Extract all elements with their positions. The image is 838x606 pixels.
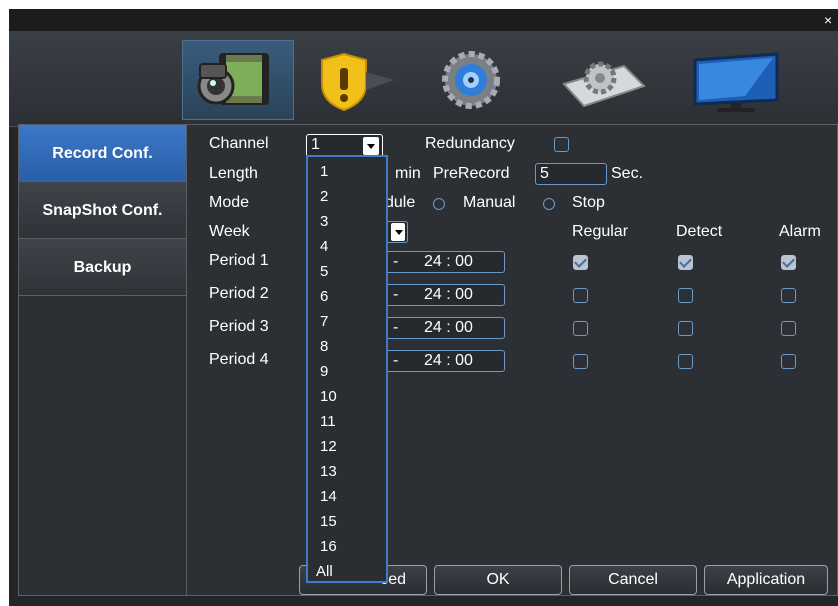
dropdown-option[interactable]: 15 [320, 513, 337, 530]
monitor-icon[interactable] [685, 40, 797, 120]
period-1-end: 24 : 00 [424, 253, 473, 270]
period-3-alarm-checkbox[interactable] [781, 321, 796, 336]
period-1-alarm-checkbox[interactable] [781, 255, 796, 270]
dropdown-option[interactable]: 3 [320, 213, 328, 230]
channel-dropdown-list: 1 2 3 4 5 6 7 8 9 10 11 12 13 14 15 16 A… [306, 155, 388, 583]
close-icon[interactable]: × [824, 11, 838, 29]
period-dash: - [393, 352, 399, 369]
period-3-end: 24 : 00 [424, 319, 473, 336]
dropdown-option[interactable]: 2 [320, 188, 328, 205]
alarm-shield-icon[interactable] [299, 40, 411, 120]
period-1-detect-checkbox[interactable] [678, 255, 693, 270]
network-gear-icon[interactable] [416, 40, 528, 120]
period-1-label: Period 1 [209, 252, 269, 269]
dropdown-option[interactable]: 7 [320, 313, 328, 330]
prerecord-input[interactable]: 5 [535, 163, 607, 185]
period-2-time[interactable]: - 24 : 00 [372, 284, 505, 306]
system-settings-icon[interactable] [544, 40, 656, 120]
manual-label: Manual [463, 194, 516, 211]
period-1-regular-checkbox[interactable] [573, 255, 588, 270]
length-label: Length [209, 165, 258, 182]
column-header-alarm: Alarm [779, 223, 821, 240]
record-camera-icon[interactable] [182, 40, 294, 120]
chevron-down-icon[interactable] [391, 223, 405, 241]
period-4-end: 24 : 00 [424, 352, 473, 369]
record-settings-panel: Channel 1 Redundancy Length min PreRecor… [187, 124, 838, 596]
period-3-time[interactable]: - 24 : 00 [372, 317, 505, 339]
sidebar-item-record-conf[interactable]: Record Conf. [19, 125, 186, 182]
period-3-detect-checkbox[interactable] [678, 321, 693, 336]
dropdown-option-all[interactable]: All [316, 563, 333, 580]
dropdown-option[interactable]: 9 [320, 363, 328, 380]
dropdown-option[interactable]: 4 [320, 238, 328, 255]
period-4-regular-checkbox[interactable] [573, 354, 588, 369]
top-icon-bar [9, 31, 838, 127]
dropdown-option[interactable]: 10 [320, 388, 337, 405]
dropdown-option[interactable]: 1 [320, 163, 328, 180]
ok-button[interactable]: OK [434, 565, 562, 595]
redundancy-label: Redundancy [425, 135, 515, 152]
period-2-detect-checkbox[interactable] [678, 288, 693, 303]
period-4-detect-checkbox[interactable] [678, 354, 693, 369]
dropdown-option[interactable]: 11 [320, 413, 336, 430]
channel-value: 1 [311, 136, 320, 153]
dropdown-option[interactable]: 6 [320, 288, 328, 305]
sec-label: Sec. [611, 165, 644, 182]
period-4-alarm-checkbox[interactable] [781, 354, 796, 369]
week-label: Week [209, 223, 250, 240]
dropdown-option[interactable]: 14 [320, 488, 337, 505]
application-button[interactable]: Application [704, 565, 828, 595]
column-header-regular: Regular [572, 223, 629, 240]
mode-label: Mode [209, 194, 250, 211]
sidebar-item-snapshot-conf[interactable]: SnapShot Conf. [19, 182, 186, 239]
cancel-button[interactable]: Cancel [569, 565, 697, 595]
stop-radio[interactable] [543, 198, 555, 210]
dropdown-option[interactable]: 12 [320, 438, 337, 455]
period-dash: - [393, 319, 399, 336]
period-2-end: 24 : 00 [424, 286, 473, 303]
period-1-time[interactable]: - 24 : 00 [372, 251, 505, 273]
period-dash: - [393, 286, 399, 303]
min-label: min [395, 165, 421, 182]
period-3-regular-checkbox[interactable] [573, 321, 588, 336]
dropdown-option[interactable]: 16 [320, 538, 337, 555]
period-4-time[interactable]: - 24 : 00 [372, 350, 505, 372]
sidebar-item-backup[interactable]: Backup [19, 239, 186, 296]
period-4-label: Period 4 [209, 351, 269, 368]
dropdown-option[interactable]: 8 [320, 338, 328, 355]
manual-radio[interactable] [433, 198, 445, 210]
schedule-label: dule [385, 194, 416, 211]
stop-label: Stop [572, 194, 605, 211]
channel-label: Channel [209, 135, 269, 152]
period-3-label: Period 3 [209, 318, 269, 335]
period-2-regular-checkbox[interactable] [573, 288, 588, 303]
period-dash: - [393, 253, 399, 270]
sidebar: Record Conf. SnapShot Conf. Backup [18, 124, 187, 596]
period-2-label: Period 2 [209, 285, 269, 302]
period-2-alarm-checkbox[interactable] [781, 288, 796, 303]
dropdown-option[interactable]: 5 [320, 263, 328, 280]
column-header-detect: Detect [676, 223, 723, 240]
redundancy-checkbox[interactable] [554, 137, 569, 152]
prerecord-label: PreRecord [433, 165, 510, 182]
chevron-down-icon[interactable] [363, 137, 379, 155]
record-config-window: × Record Conf. SnapShot Conf. Backup Cha… [9, 9, 838, 606]
dropdown-option[interactable]: 13 [320, 463, 337, 480]
title-bar: × [9, 9, 838, 31]
